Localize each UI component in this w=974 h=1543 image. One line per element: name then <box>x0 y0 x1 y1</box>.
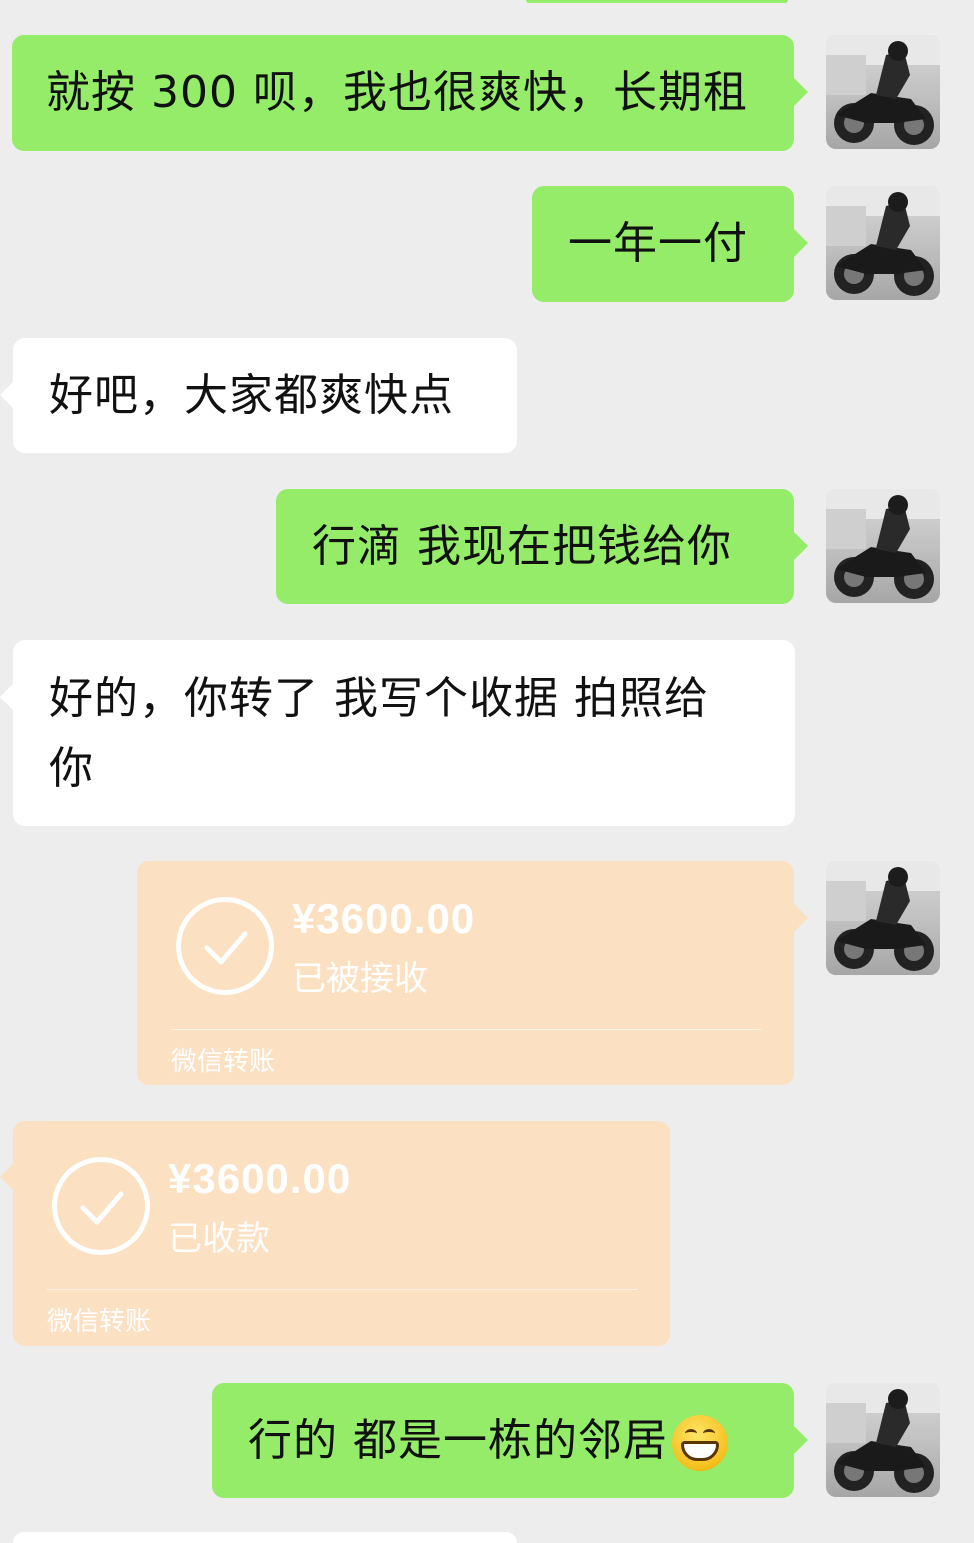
message-text-line: 好的，你转了 我写个收据 拍照给 <box>49 673 709 724</box>
divider <box>171 1029 761 1030</box>
partial-bubble-top <box>526 0 788 3</box>
grinning-face-icon <box>672 1415 728 1471</box>
bubble-tail <box>794 78 808 106</box>
message-bubble-received[interactable]: 好吧，大家都爽快点 <box>13 338 517 453</box>
message-text: 好吧，大家都爽快点 <box>49 370 454 421</box>
message-bubble-sent[interactable]: 就按 300 呗，我也很爽快，长期租 <box>12 35 794 151</box>
bubble-tail <box>794 229 808 257</box>
motorcycle-rider-avatar-icon <box>826 1383 940 1493</box>
message-text: 一年一付 <box>568 218 748 269</box>
bubble-tail <box>0 1163 14 1191</box>
bubble-tail <box>794 532 808 560</box>
bubble-tail <box>794 904 808 932</box>
avatar-self[interactable] <box>826 1383 940 1497</box>
bubble-tail <box>0 381 14 409</box>
transfer-card-sent[interactable]: ¥3600.00 已被接收 微信转账 <box>137 861 794 1085</box>
transfer-amount: ¥3600.00 <box>168 1155 352 1202</box>
message-bubble-received[interactable]: 好的，你转了 我写个收据 拍照给 你 <box>13 640 795 826</box>
avatar-self[interactable] <box>826 861 940 975</box>
avatar-self[interactable] <box>826 489 940 603</box>
message-bubble-sent[interactable]: 行的 都是一栋的邻居 <box>212 1383 794 1498</box>
check-circle-icon <box>176 897 274 995</box>
transfer-status: 已被接收 <box>292 959 428 999</box>
motorcycle-rider-avatar-icon <box>826 861 940 971</box>
transfer-footer: 微信转账 <box>171 1047 276 1077</box>
message-bubble-sent[interactable]: 一年一付 <box>532 186 794 302</box>
check-circle-icon <box>52 1157 150 1255</box>
transfer-amount: ¥3600.00 <box>292 895 476 942</box>
motorcycle-rider-avatar-icon <box>826 186 940 296</box>
bubble-tail <box>794 1426 808 1454</box>
transfer-card-received[interactable]: ¥3600.00 已收款 微信转账 <box>13 1121 670 1346</box>
message-text: 行滴 我现在把钱给你 <box>312 521 732 572</box>
partial-bubble-bottom <box>13 1532 517 1543</box>
message-text: 就按 300 呗，我也很爽快，长期租 <box>46 67 748 118</box>
motorcycle-rider-avatar-icon <box>826 489 940 599</box>
message-text: 行的 都是一栋的邻居 <box>248 1415 668 1466</box>
transfer-footer: 微信转账 <box>47 1307 152 1337</box>
motorcycle-rider-avatar-icon <box>826 35 940 145</box>
divider <box>47 1289 637 1290</box>
message-bubble-sent[interactable]: 行滴 我现在把钱给你 <box>276 489 794 604</box>
avatar-self[interactable] <box>826 186 940 300</box>
transfer-status: 已收款 <box>168 1219 270 1259</box>
avatar-self[interactable] <box>826 35 940 149</box>
bubble-tail <box>0 683 14 711</box>
message-text-line: 你 <box>49 743 94 794</box>
